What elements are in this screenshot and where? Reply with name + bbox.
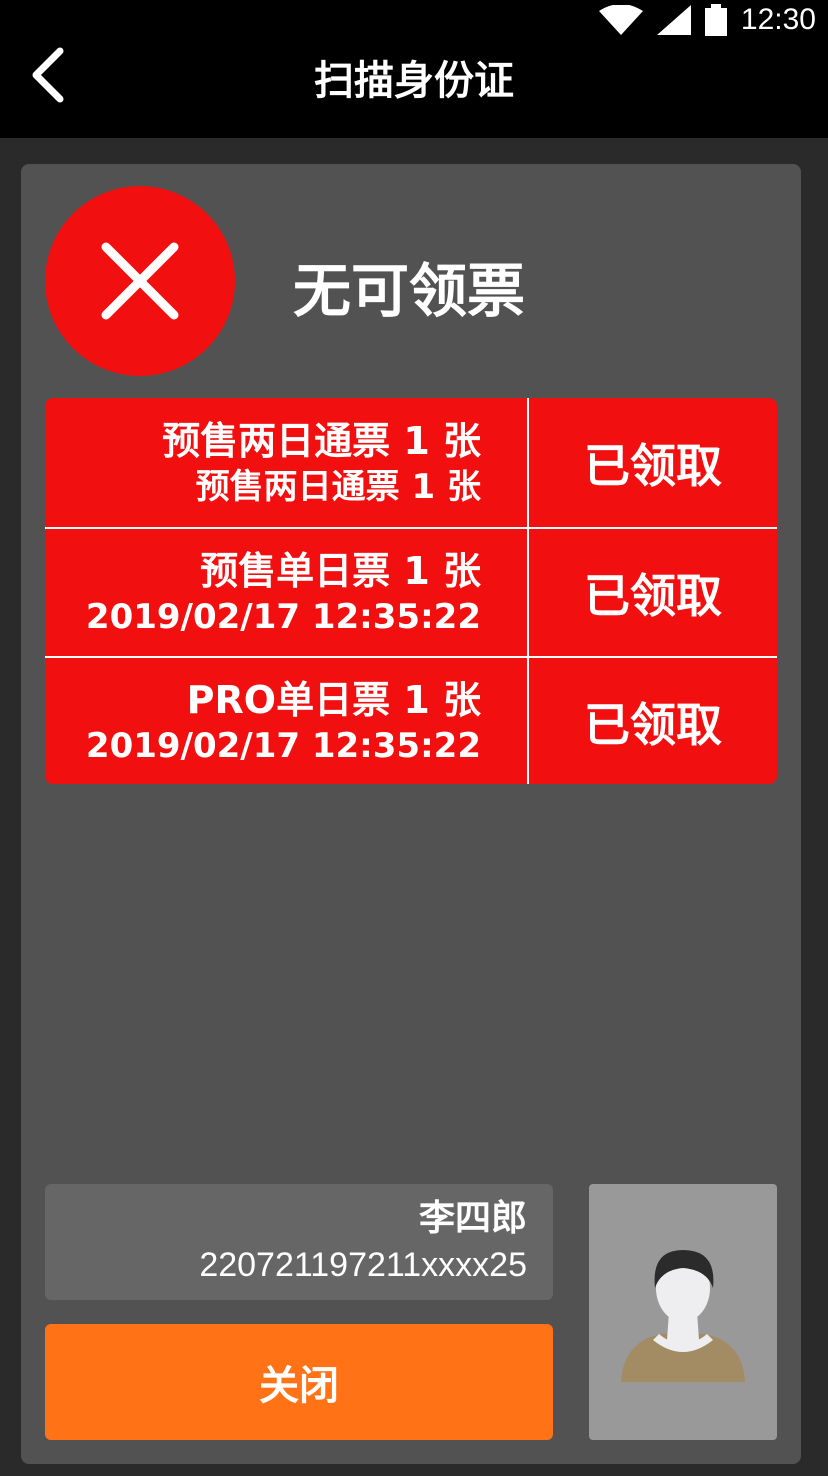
id-card-info: 李四郎 220721197211xxxx25 [45, 1184, 553, 1300]
id-photo [589, 1184, 777, 1440]
id-number: 220721197211xxxx25 [199, 1246, 527, 1284]
ticket-name: PRO单日票 1 张 [186, 677, 481, 722]
ticket-timestamp: 2019/02/17 12:35:22 [85, 596, 481, 637]
battery-icon [704, 4, 727, 36]
wifi-icon [598, 5, 643, 35]
ticket-info: 预售两日通票 1 张 预售两日通票 1 张 [45, 398, 529, 527]
ticket-table: 预售两日通票 1 张 预售两日通票 1 张 已领取 预售单日票 1 张 2019… [45, 398, 777, 784]
page-title: 扫描身份证 [314, 58, 514, 104]
result-status-badge [45, 186, 235, 376]
status-icons: 12:30 [598, 0, 816, 40]
ticket-timestamp: 2019/02/17 12:35:22 [85, 725, 481, 766]
ticket-name: 预售单日票 1 张 [200, 548, 481, 593]
ticket-row: PRO单日票 1 张 2019/02/17 12:35:22 已领取 [45, 656, 777, 784]
ticket-status: 已领取 [584, 697, 722, 752]
ticket-info: PRO单日票 1 张 2019/02/17 12:35:22 [45, 658, 529, 784]
status-time: 12:30 [740, 3, 816, 36]
person-name: 李四郎 [418, 1198, 527, 1239]
ticket-info: 预售单日票 1 张 2019/02/17 12:35:22 [45, 529, 529, 656]
close-button[interactable]: 关闭 [45, 1324, 553, 1440]
status-bar: 12:30 [0, 0, 828, 40]
ticket-subtitle: 预售两日通票 1 张 [195, 466, 481, 507]
app-bar: 扫描身份证 [0, 40, 828, 138]
ticket-status: 已领取 [584, 438, 722, 493]
result-dialog: 无可领票 预售两日通票 1 张 预售两日通票 1 张 已领取 预售单日票 1 张… [21, 164, 801, 1464]
ticket-row: 预售单日票 1 张 2019/02/17 12:35:22 已领取 [45, 527, 777, 656]
signal-icon [656, 5, 691, 35]
ticket-name: 预售两日通票 1 张 [162, 418, 481, 463]
ticket-status: 已领取 [584, 568, 722, 623]
avatar-icon [621, 1250, 745, 1382]
close-icon [101, 242, 179, 320]
ticket-row: 预售两日通票 1 张 预售两日通票 1 张 已领取 [45, 398, 777, 527]
result-title: 无可领票 [293, 257, 526, 325]
